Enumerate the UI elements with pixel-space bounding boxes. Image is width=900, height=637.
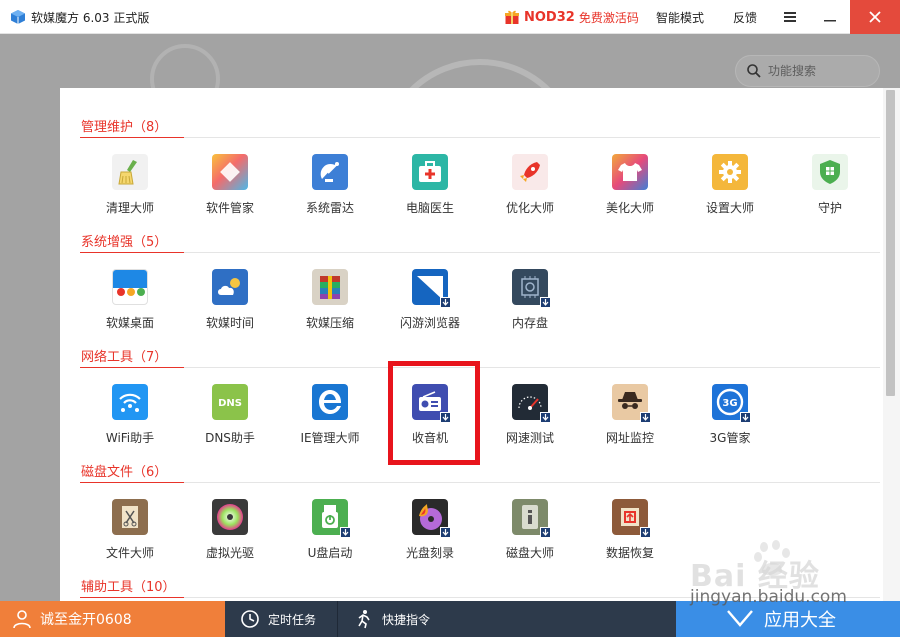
rocket-icon: [512, 154, 548, 190]
dns-icon: DNS: [212, 384, 248, 420]
close-icon: [869, 11, 881, 23]
hdd-icon: [512, 499, 551, 538]
tool-pc-doctor[interactable]: 电脑医生: [380, 138, 480, 231]
tool-ie-manager[interactable]: IE管理大师: [280, 368, 380, 461]
tool-virtual-drive[interactable]: 虚拟光驱: [180, 483, 280, 576]
ie-icon: [312, 384, 348, 420]
section-auxiliary: 辅助工具（10）: [80, 576, 880, 598]
tool-radio[interactable]: 收音机: [380, 368, 480, 461]
smart-mode-link[interactable]: 智能模式: [656, 9, 704, 26]
medkit-icon: [412, 154, 448, 190]
usb-icon: [312, 499, 351, 538]
menu-icon[interactable]: [781, 8, 799, 26]
gear-icon: [712, 154, 748, 190]
disc-icon: [212, 499, 248, 535]
tool-browser[interactable]: 闪游浏览器: [380, 253, 480, 346]
app-logo-icon: [11, 10, 25, 24]
burn-disc-icon: [412, 499, 451, 538]
chevron-down-icon: [727, 610, 753, 627]
wifi-icon: [112, 384, 148, 420]
tool-wifi[interactable]: WiFi助手: [80, 368, 180, 461]
tool-disk-master[interactable]: 磁盘大师: [480, 483, 580, 576]
tools-panel: 管理维护（8） 清理大师 软件管家 系统雷达 电脑医生 优化大师 美化大师 设置…: [60, 88, 900, 601]
tool-system-radar[interactable]: 系统雷达: [280, 138, 380, 231]
radio-icon: [412, 384, 451, 423]
tool-settings[interactable]: 设置大师: [680, 138, 780, 231]
tool-desktop[interactable]: 软媒桌面: [80, 253, 180, 346]
feedback-link[interactable]: 反馈: [733, 9, 757, 26]
tool-url-monitor[interactable]: 网址监控: [580, 368, 680, 461]
desktop-icon: [112, 269, 148, 305]
tool-file-master[interactable]: 文件大师: [80, 483, 180, 576]
all-apps-button[interactable]: 应用大全: [676, 601, 900, 637]
tool-cleaner[interactable]: 清理大师: [80, 138, 180, 231]
gift-icon: [505, 10, 519, 24]
archive-icon: [312, 269, 348, 305]
close-button[interactable]: [850, 0, 900, 34]
section-title: 管理维护（8）: [80, 116, 880, 138]
search-icon: [747, 64, 761, 78]
feature-search[interactable]: [735, 55, 880, 87]
section-title: 系统增强（5）: [80, 231, 880, 253]
tool-dns[interactable]: DNS DNS助手: [180, 368, 280, 461]
tool-ramdisk[interactable]: 内存盘: [480, 253, 580, 346]
tool-software-manager[interactable]: 软件管家: [180, 138, 280, 231]
tool-usb-boot[interactable]: U盘启动: [280, 483, 380, 576]
promo-product: NOD32: [524, 9, 575, 25]
speedometer-icon: [512, 384, 551, 423]
scheduled-tasks-button[interactable]: 定时任务: [240, 601, 316, 637]
quick-commands-button[interactable]: 快捷指令: [354, 601, 430, 637]
tool-guardian[interactable]: 守护: [780, 138, 880, 231]
section-management: 管理维护（8） 清理大师 软件管家 系统雷达 电脑医生 优化大师 美化大师 设置…: [80, 116, 880, 231]
section-system-enhance: 系统增强（5） 软媒桌面 软媒时间 软媒压缩 闪游浏览器 内存盘: [80, 231, 880, 346]
radar-icon: [312, 154, 348, 190]
tool-optimizer[interactable]: 优化大师: [480, 138, 580, 231]
tshirt-icon: [612, 154, 648, 190]
title-bar: 软媒魔方 6.03 正式版 NOD32 免费激活码 智能模式 反馈: [0, 0, 900, 34]
section-disk-files: 磁盘文件（6） 文件大师 虚拟光驱 U盘启动 光盘刻录 磁盘大师 数据恢复: [80, 461, 880, 576]
minimize-icon[interactable]: [821, 8, 839, 26]
tool-speed-test[interactable]: 网速测试: [480, 368, 580, 461]
section-title: 网络工具（7）: [80, 346, 880, 368]
section-title: 辅助工具（10）: [80, 576, 880, 598]
weather-clock-icon: [212, 269, 248, 305]
recovery-icon: [612, 499, 651, 538]
scrollbar-thumb[interactable]: [886, 90, 895, 396]
ramdisk-icon: [512, 269, 551, 308]
tool-data-recovery[interactable]: 数据恢复: [580, 483, 680, 576]
tool-time[interactable]: 软媒时间: [180, 253, 280, 346]
svg-text:DNS: DNS: [218, 398, 242, 409]
file-tools-icon: [112, 499, 148, 535]
tool-disc-burn[interactable]: 光盘刻录: [380, 483, 480, 576]
tool-compress[interactable]: 软媒压缩: [280, 253, 380, 346]
search-input[interactable]: [768, 64, 868, 78]
spy-icon: [612, 384, 651, 423]
runner-icon: [358, 610, 370, 629]
broom-icon: [112, 154, 148, 190]
tool-beautify[interactable]: 美化大师: [580, 138, 680, 231]
promo-offer: 免费激活码: [578, 10, 639, 25]
3g-icon: 3G: [712, 384, 751, 423]
browser-icon: [412, 269, 451, 308]
promo-link[interactable]: NOD32 免费激活码: [504, 8, 639, 26]
clock-icon: [241, 610, 259, 628]
section-network: 网络工具（7） WiFi助手 DNS DNS助手 IE管理大师 收音机 网速测试…: [80, 346, 880, 461]
svg-text:3G: 3G: [722, 398, 737, 409]
software-manager-icon: [212, 154, 248, 190]
section-title: 磁盘文件（6）: [80, 461, 880, 483]
user-account-button[interactable]: 诚至金开0608: [0, 601, 225, 637]
shield-icon: [812, 154, 848, 190]
tool-3g-manager[interactable]: 3G 3G管家: [680, 368, 780, 461]
bottom-bar: 诚至金开0608 定时任务 快捷指令 应用大全: [0, 601, 900, 637]
panel-scrollbar[interactable]: [883, 88, 900, 601]
app-title: 软媒魔方 6.03 正式版: [31, 11, 150, 25]
user-icon: [13, 610, 31, 629]
user-name: 诚至金开0608: [40, 612, 132, 628]
